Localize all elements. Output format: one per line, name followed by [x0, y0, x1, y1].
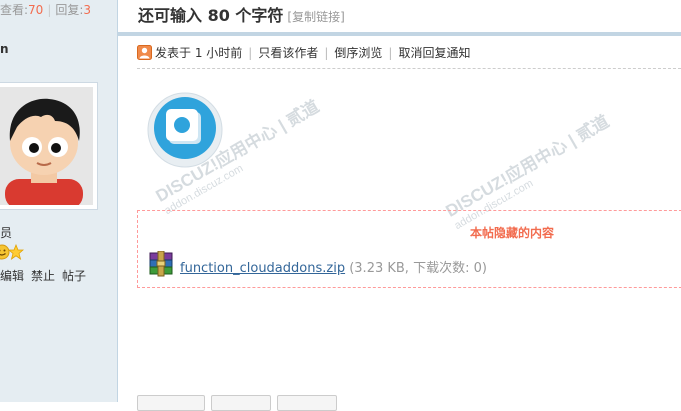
cloud-addon-app-icon [147, 92, 223, 168]
share-button[interactable] [211, 395, 271, 411]
archive-icon [149, 251, 173, 277]
thread-title: 还可输入 80 个字符 [复制链接] [138, 2, 345, 26]
attachment-row: function_cloudaddons.zip (3.23 KB, 下载次数:… [148, 251, 487, 277]
author-username[interactable]: n [0, 42, 9, 56]
thread-title-bar: 还可输入 80 个字符 [复制链接] [118, 0, 681, 36]
meta-divider: | [324, 46, 329, 60]
attachment-file-link[interactable]: function_cloudaddons.zip [180, 261, 345, 276]
medal-badges [0, 243, 25, 260]
ban-action[interactable]: 禁止 [31, 269, 55, 283]
author-group: 员 [0, 226, 13, 240]
hidden-content-box: 本帖隐藏的内容 function_cloudaddons.zip (3.23 K… [137, 210, 681, 288]
post-meta: 发表于 1 小时前 | 只看该作者 | 倒序浏览 | 取消回复通知 [137, 44, 470, 62]
edit-action[interactable]: 编辑 [0, 269, 24, 283]
cancel-notify-link[interactable]: 取消回复通知 [398, 46, 470, 60]
replies-label: 回复: [55, 3, 84, 17]
replies-count: 3 [83, 3, 92, 17]
avatar[interactable] [0, 82, 98, 210]
stats-divider: | [47, 3, 52, 17]
favorite-button[interactable] [137, 395, 205, 411]
meta-divider-line [137, 68, 681, 69]
views-label: 查看: [0, 3, 29, 17]
avatar-image [0, 87, 93, 205]
reverse-order-link[interactable]: 倒序浏览 [334, 46, 382, 60]
meta-divider: | [388, 46, 393, 60]
post-time: 发表于 1 小时前 [155, 46, 243, 60]
support-button[interactable] [277, 395, 337, 411]
meta-divider: | [248, 46, 253, 60]
only-author-link[interactable]: 只看该作者 [258, 46, 318, 60]
hidden-content-title: 本帖隐藏的内容 [470, 226, 555, 240]
author-sidebar: 查看:70 | 回复:3 n 员 编辑 禁止 帖子 [0, 0, 118, 402]
views-count: 70 [28, 3, 44, 17]
thread-title-text: 还可输入 80 个字符 [138, 6, 284, 25]
smiley-icon [0, 244, 10, 260]
star-icon [7, 243, 25, 260]
author-actions: 编辑 禁止 帖子 [0, 267, 93, 284]
user-icon [137, 45, 152, 60]
posts-action[interactable]: 帖子 [62, 269, 86, 283]
copy-link[interactable]: [复制链接] [287, 10, 344, 24]
attachment-info: (3.23 KB, 下载次数: 0) [349, 261, 487, 276]
thread-stats: 查看:70 | 回复:3 [0, 0, 117, 22]
